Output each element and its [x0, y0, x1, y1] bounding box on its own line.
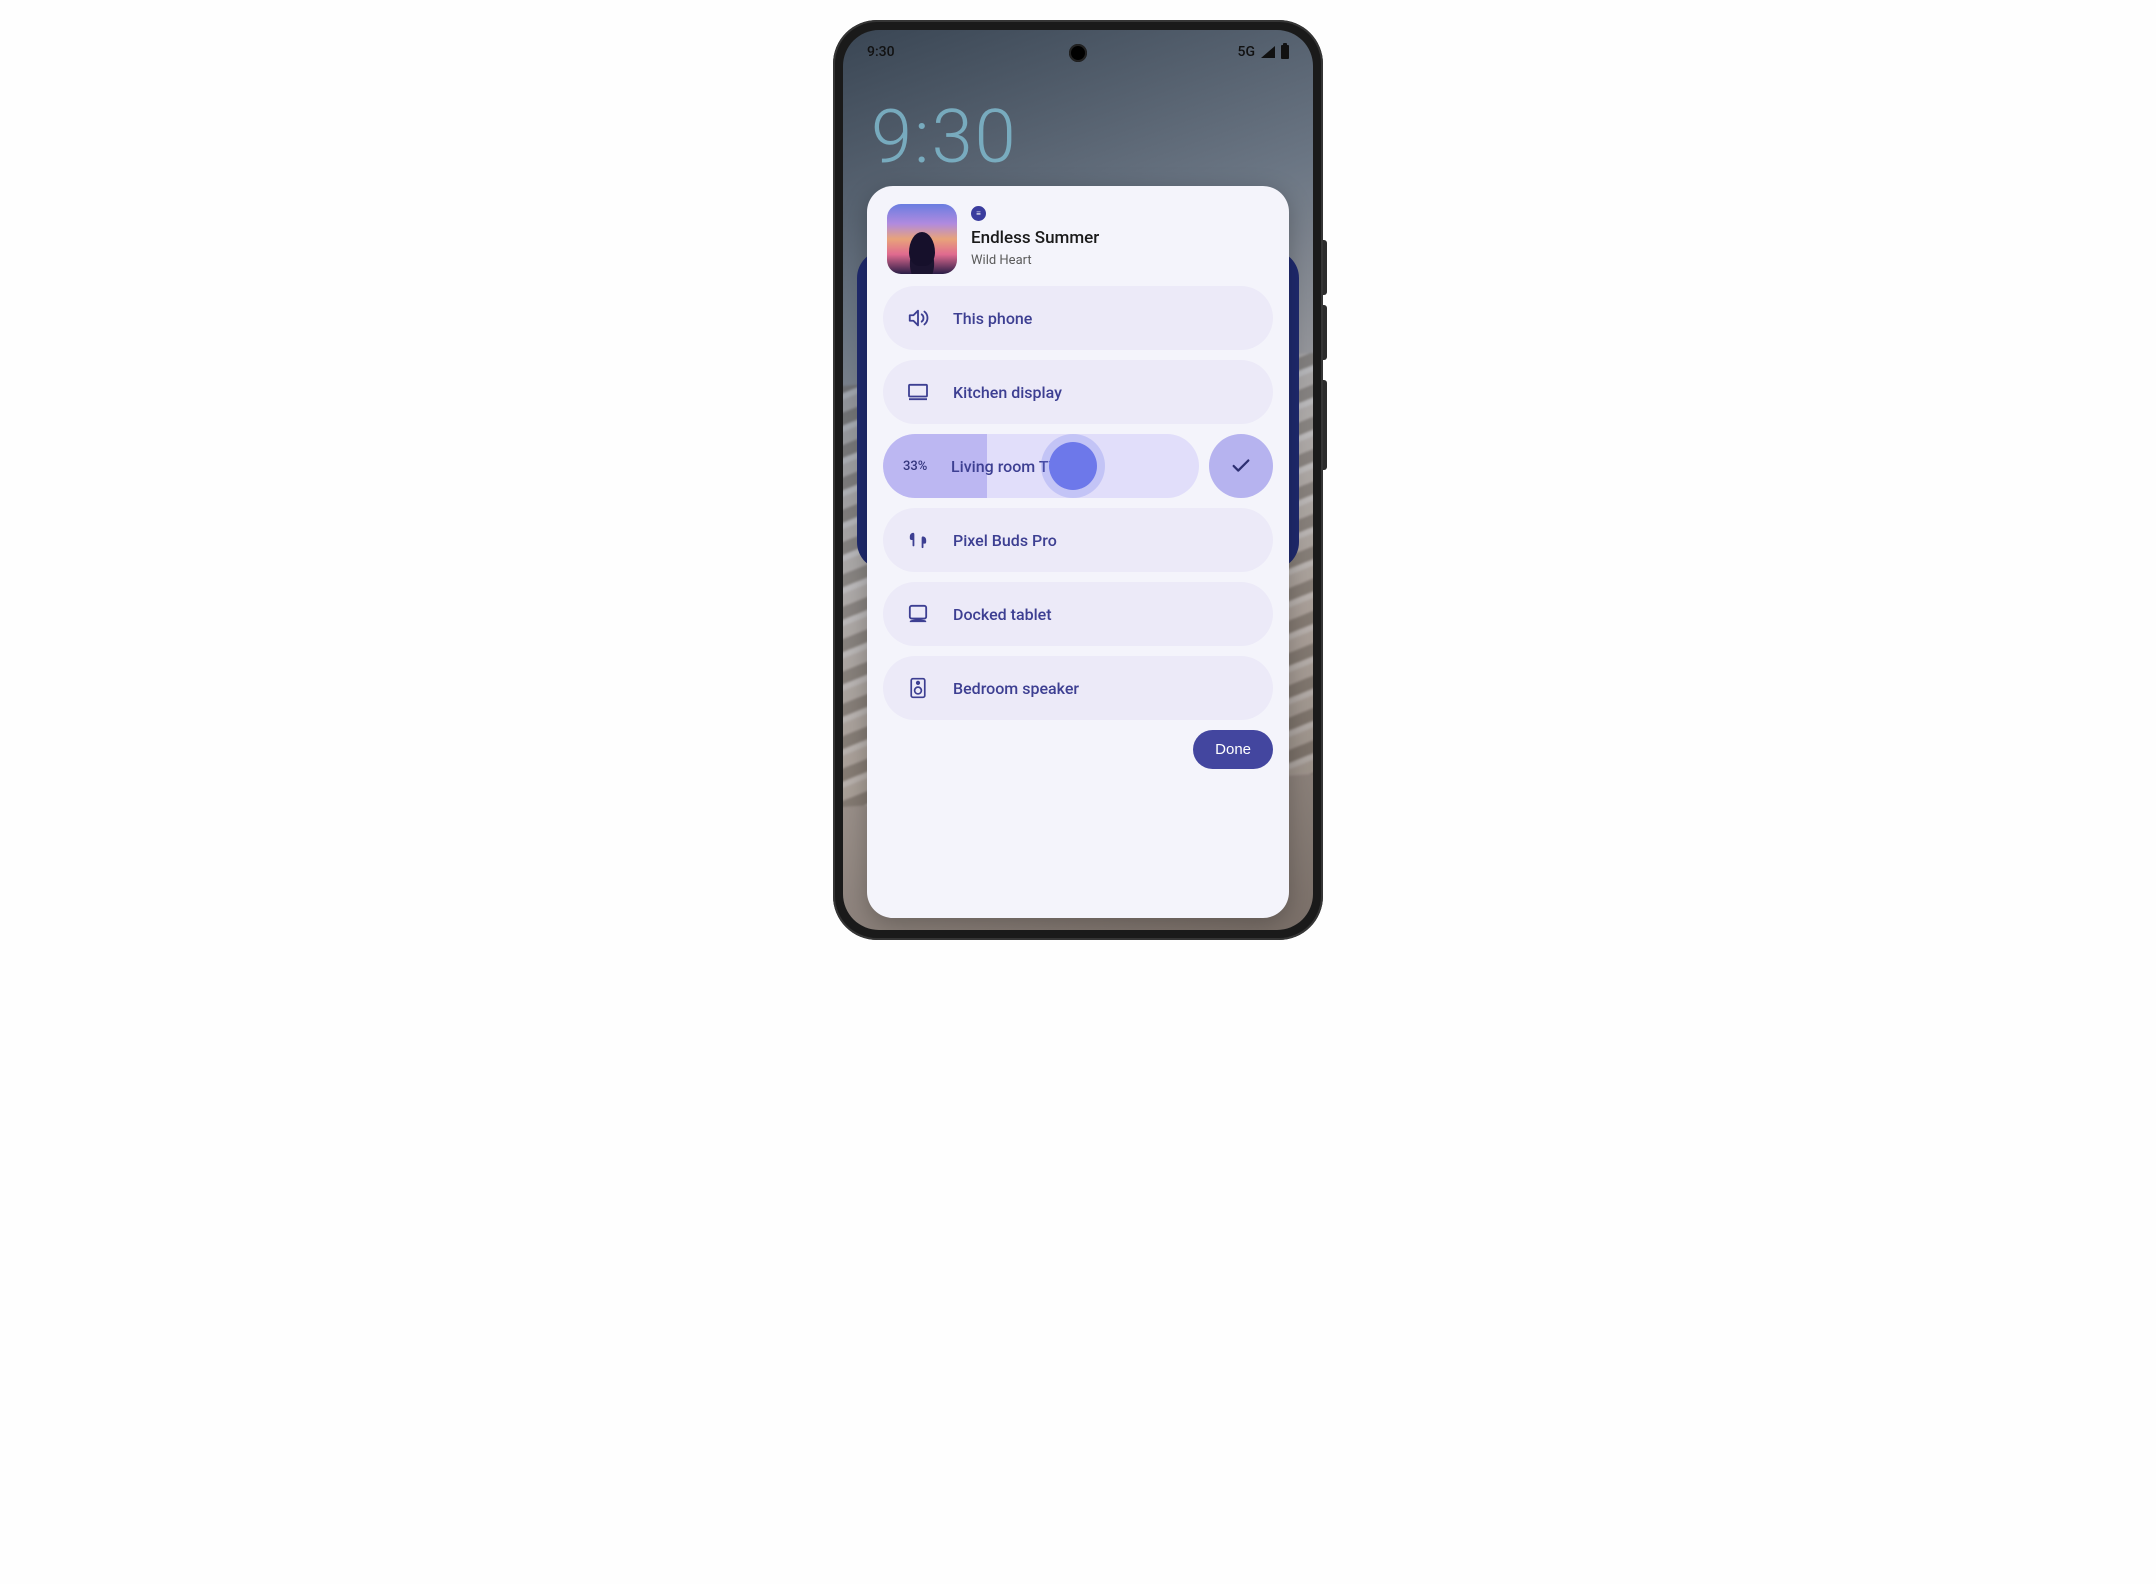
volume-slider-thumb[interactable]	[1049, 442, 1097, 490]
spotify-icon: ≡	[971, 206, 986, 221]
done-button[interactable]: Done	[1193, 730, 1273, 769]
signal-icon	[1261, 46, 1275, 58]
output-switcher-panel: ≡ Endless Summer Wild Heart This phone	[867, 186, 1289, 918]
device-list: This phone Kitchen display	[883, 286, 1273, 720]
display-icon	[903, 383, 933, 401]
track-artist: Wild Heart	[971, 253, 1099, 268]
device-living-room-tv[interactable]: 33% Living room TV	[883, 434, 1199, 498]
device-label: Pixel Buds Pro	[953, 531, 1057, 550]
album-art	[887, 204, 957, 274]
battery-icon	[1281, 45, 1289, 59]
volume-percent-label: 33%	[903, 459, 933, 474]
volume-icon	[903, 307, 933, 329]
device-label: Living room TV	[951, 457, 1059, 476]
media-header: ≡ Endless Summer Wild Heart	[883, 204, 1273, 274]
device-bedroom-speaker[interactable]: Bedroom speaker	[883, 656, 1273, 720]
device-label: Docked tablet	[953, 605, 1052, 624]
screen: 9:30 5G 9:30 ≡ Endless Summer Wild Heart	[843, 30, 1313, 930]
device-pixel-buds-pro[interactable]: Pixel Buds Pro	[883, 508, 1273, 572]
status-time: 9:30	[867, 44, 895, 60]
device-docked-tablet[interactable]: Docked tablet	[883, 582, 1273, 646]
tablet-icon	[903, 604, 933, 624]
device-selected-check-button[interactable]	[1209, 434, 1273, 498]
phone-frame: 9:30 5G 9:30 ≡ Endless Summer Wild Heart	[833, 20, 1323, 940]
device-label: This phone	[953, 309, 1032, 328]
check-icon	[1230, 455, 1252, 477]
volume-up-hw-button	[1323, 240, 1327, 295]
speaker-icon	[903, 677, 933, 699]
camera-hole	[1069, 44, 1087, 62]
status-network-label: 5G	[1238, 44, 1256, 60]
track-title: Endless Summer	[971, 228, 1099, 248]
power-hw-button	[1323, 380, 1327, 470]
device-this-phone[interactable]: This phone	[883, 286, 1273, 350]
device-label: Bedroom speaker	[953, 679, 1079, 698]
device-kitchen-display[interactable]: Kitchen display	[883, 360, 1273, 424]
earbuds-icon	[903, 530, 933, 550]
device-label: Kitchen display	[953, 383, 1062, 402]
volume-down-hw-button	[1323, 305, 1327, 360]
lockscreen-clock: 9:30	[871, 94, 1018, 181]
